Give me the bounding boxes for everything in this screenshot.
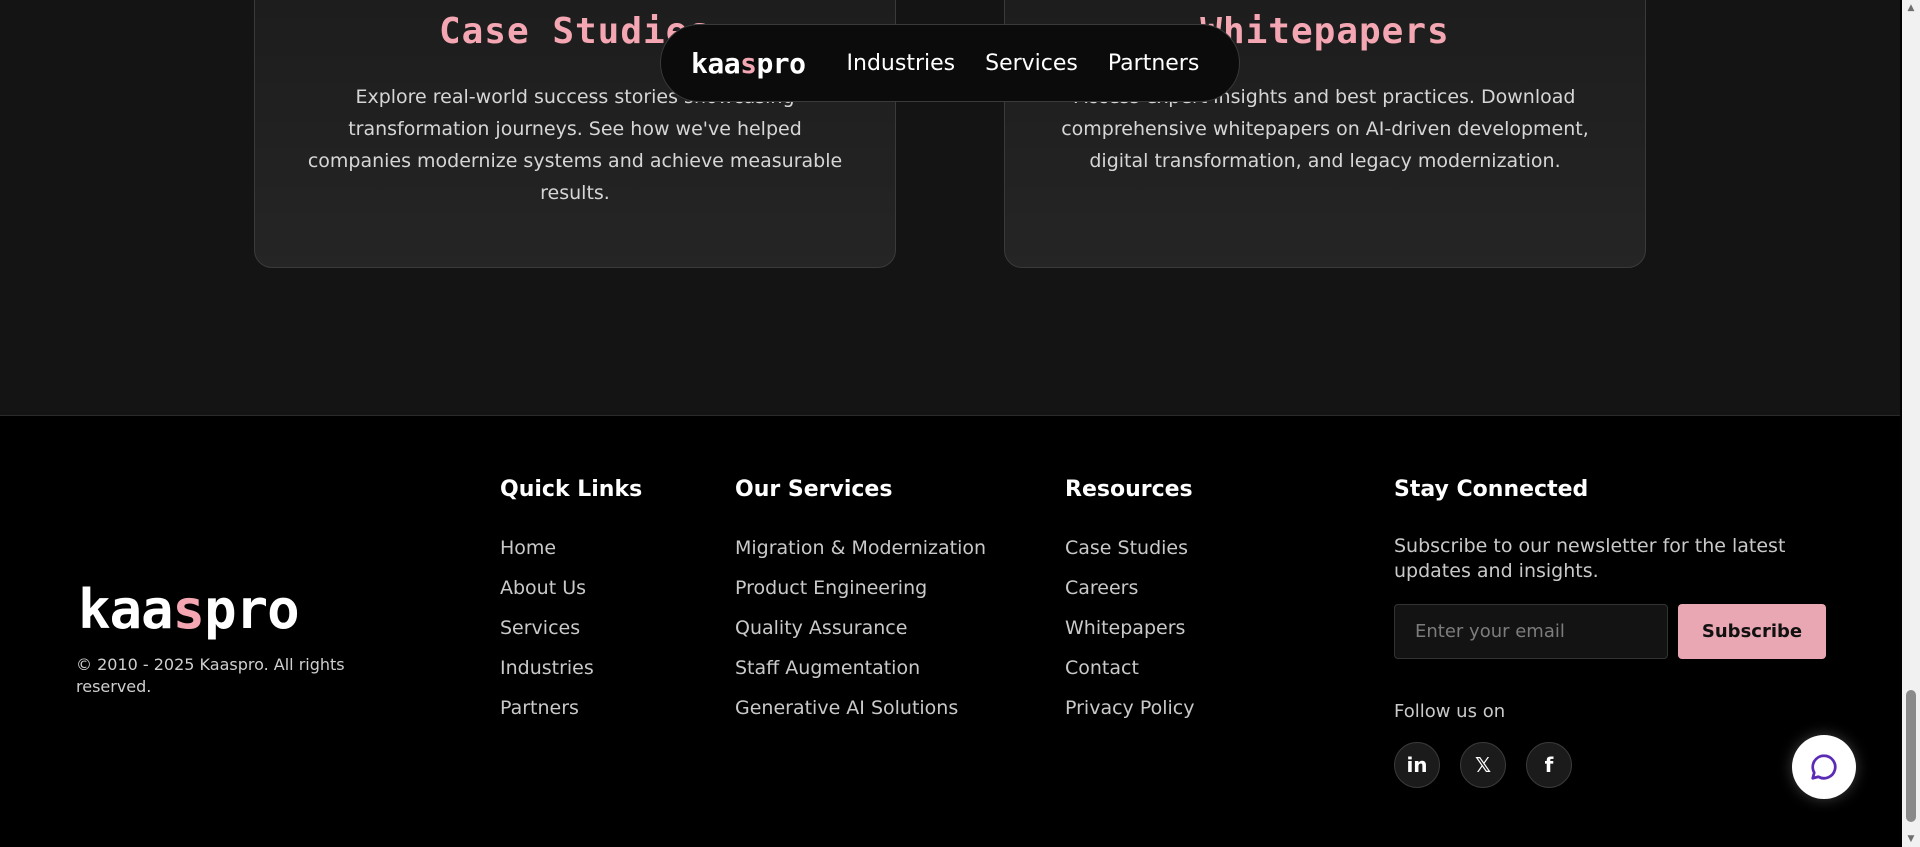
follow-label: Follow us on: [1394, 701, 1506, 722]
footer-link-migration[interactable]: Migration & Modernization: [735, 536, 986, 576]
footer-link-industries[interactable]: Industries: [500, 656, 642, 696]
logo-text-accent: s: [172, 578, 206, 641]
scrollbar-thumb[interactable]: [1906, 690, 1916, 822]
footer-link-privacy-policy[interactable]: Privacy Policy: [1065, 696, 1194, 736]
footer-link-case-studies[interactable]: Case Studies: [1065, 536, 1194, 576]
quick-links-column: Quick Links Home About Us Services Indus…: [500, 476, 642, 736]
footer-link-contact[interactable]: Contact: [1065, 656, 1194, 696]
footer-logo[interactable]: kaaspro: [78, 578, 300, 641]
logo-text-2: pro: [204, 578, 300, 641]
footer-link-home[interactable]: Home: [500, 536, 642, 576]
column-heading: Stay Connected: [1394, 477, 1589, 502]
footer-link-partners[interactable]: Partners: [500, 696, 642, 736]
scroll-up-arrow-icon[interactable]: ▲: [1902, 0, 1920, 16]
chat-bubble-icon: [1811, 754, 1837, 780]
x-icon[interactable]: 𝕏: [1460, 742, 1506, 788]
footer-link-whitepapers[interactable]: Whitepapers: [1065, 616, 1194, 656]
footer-link-quality-assurance[interactable]: Quality Assurance: [735, 616, 986, 656]
scroll-down-arrow-icon[interactable]: ▼: [1902, 831, 1920, 847]
stay-connected-column: Stay Connected Subscribe to our newslett…: [1394, 476, 1854, 788]
column-heading: Resources: [1065, 477, 1193, 502]
logo-text-1: kaa: [78, 578, 174, 641]
newsletter-text: Subscribe to our newsletter for the late…: [1394, 535, 1786, 582]
footer-link-staff-augmentation[interactable]: Staff Augmentation: [735, 656, 986, 696]
facebook-icon[interactable]: f: [1526, 742, 1572, 788]
social-links: in 𝕏 f: [1394, 742, 1854, 788]
nav-link-partners[interactable]: Partners: [1108, 51, 1199, 76]
resources-column: Resources Case Studies Careers Whitepape…: [1065, 476, 1194, 736]
footer-link-product-engineering[interactable]: Product Engineering: [735, 576, 986, 616]
subscribe-button[interactable]: Subscribe: [1678, 604, 1826, 659]
chat-button[interactable]: [1792, 735, 1856, 799]
copyright-text: © 2010 - 2025 Kaaspro. All rights reserv…: [76, 655, 345, 696]
nav-link-services[interactable]: Services: [985, 51, 1078, 76]
footer-link-generative-ai[interactable]: Generative AI Solutions: [735, 696, 986, 736]
logo-text-1: kaa: [691, 46, 741, 80]
nav-logo[interactable]: kaaspro: [691, 47, 806, 80]
column-heading: Quick Links: [500, 477, 643, 502]
floating-navbar: kaaspro Industries Services Partners: [660, 24, 1240, 102]
footer-link-about-us[interactable]: About Us: [500, 576, 642, 616]
services-column: Our Services Migration & Modernization P…: [735, 476, 986, 736]
footer-link-careers[interactable]: Careers: [1065, 576, 1194, 616]
nav-link-industries[interactable]: Industries: [847, 51, 956, 76]
linkedin-icon[interactable]: in: [1394, 742, 1440, 788]
footer-link-services[interactable]: Services: [500, 616, 642, 656]
page-scrollbar[interactable]: ▲ ▼: [1902, 0, 1920, 847]
email-input[interactable]: [1394, 604, 1668, 659]
logo-text-accent: s: [740, 46, 757, 80]
logo-text-2: pro: [756, 46, 806, 80]
column-heading: Our Services: [735, 477, 893, 502]
newsletter-form: Subscribe: [1394, 604, 1854, 659]
